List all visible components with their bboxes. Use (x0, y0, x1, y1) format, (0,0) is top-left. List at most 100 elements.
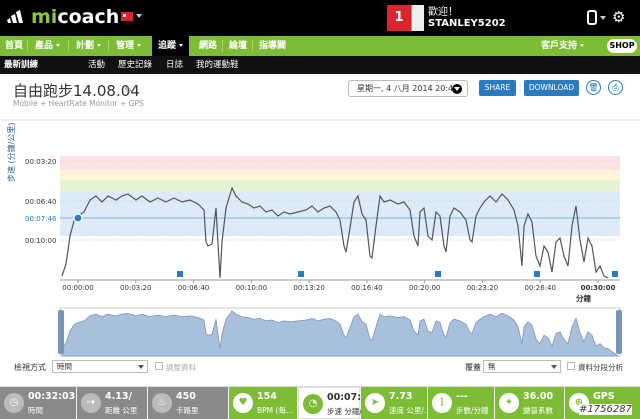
stat-distance[interactable]: ⇢ 4.13/ 距離 公里 (77, 387, 147, 419)
micoach-logo[interactable]: micoach (31, 6, 119, 28)
lap-marker[interactable] (177, 271, 183, 277)
steps-icon: ⋮ (432, 393, 452, 413)
overview-range-selector[interactable] (0, 306, 640, 358)
lap-marker[interactable] (612, 271, 618, 277)
nav-divider (222, 40, 223, 52)
welcome-text: 歡迎！ STANLEY5202 (428, 7, 506, 29)
stat-time[interactable]: ◷ 00:32:03 時間 (0, 387, 76, 419)
subnav-log[interactable]: 日誌 (166, 56, 183, 74)
stat-speed[interactable]: ➤ 7.73 速度 公里/... (361, 387, 431, 419)
trash-icon[interactable]: 🗑 (586, 80, 601, 95)
nav-track[interactable]: 追蹤 (152, 36, 190, 56)
stat-value: 154 (257, 391, 277, 402)
stats-bar: ◷ 00:32:03 時間 ⇢ 4.13/ 距離 公里 ♨ 450 卡路里 ♥ … (0, 386, 640, 419)
subnav-shoes[interactable]: 我的運動鞋 (196, 56, 239, 74)
shop-button[interactable]: SHOP (607, 39, 637, 53)
chevron-down-icon[interactable] (600, 16, 606, 20)
stat-value: --- (456, 391, 468, 402)
x-tick-label: 00:30:00 (581, 284, 616, 292)
page-title[interactable]: 自由跑步14.08.04 (13, 80, 140, 101)
zone-band (60, 170, 620, 180)
lap-marker[interactable] (298, 271, 304, 277)
segment-analysis-checkbox[interactable] (567, 362, 575, 370)
workout-header: 自由跑步14.08.04 ✎ Mobile + HeartRate Monito… (0, 74, 640, 114)
lap-marker[interactable] (435, 271, 441, 277)
stat-calories[interactable]: ♨ 450 卡路里 (148, 387, 228, 419)
nav-support[interactable]: 客戶支持 (541, 36, 585, 56)
nav-divider (68, 40, 69, 52)
pace-chart[interactable]: 步速 (分鐘/公里) 00:03:20 00:06:40 00:07:46 00… (0, 116, 640, 306)
stat-label: 距離 公里 (105, 406, 138, 415)
download-button[interactable]: DOWNLOAD (524, 80, 579, 96)
stat-pace[interactable]: ◔ 00:07:46 步速 分鐘/... (298, 387, 374, 419)
logo-mi: mi (31, 6, 58, 28)
nav-forum[interactable]: 論壇 (229, 36, 247, 56)
workout-date-select[interactable]: 星期一, 4 八月 2014 20:44 (348, 80, 468, 97)
overlay-label: 覆蓋 (465, 363, 481, 372)
lap-marker[interactable] (534, 271, 540, 277)
stat-distance-unit: / (128, 391, 132, 402)
print-icon[interactable]: ⎙ (608, 80, 623, 95)
welcome-label: 歡迎！ (428, 7, 458, 18)
stat-value: 00:32:03 (28, 391, 76, 402)
zone-band (60, 192, 620, 236)
nav-plan[interactable]: 計劃 (76, 36, 102, 56)
adjust-data-label: 調整資料 (166, 363, 196, 372)
device-icon[interactable] (587, 10, 597, 25)
region-flag-icon[interactable] (121, 12, 133, 21)
zone-band (60, 156, 620, 170)
chevron-down-icon (56, 44, 61, 47)
nav-manage[interactable]: 管理 (116, 36, 142, 56)
x-tick-label: 00:03:20 (120, 284, 151, 292)
nav-home[interactable]: 首頁 (5, 36, 23, 56)
sub-nav: 最新訓練 活動 歷史記錄 日誌 我的運動鞋 (0, 56, 640, 74)
pencil-icon[interactable]: ✎ (124, 84, 133, 97)
nav-divider (108, 40, 109, 52)
stat-stride[interactable]: ✦ 36.00 變晉系數 (495, 387, 564, 419)
subnav-activity[interactable]: 活動 (88, 56, 105, 74)
y-tick-label: 00:03:20 (25, 158, 56, 166)
share-button[interactable]: SHARE (479, 80, 516, 96)
adjust-data-checkbox[interactable] (155, 362, 163, 370)
stat-label: 變晉系數 (523, 406, 553, 415)
flame-icon: ♨ (152, 393, 172, 413)
username[interactable]: STANLEY5202 (428, 18, 506, 29)
nav-products[interactable]: 產品 (35, 36, 61, 56)
stat-label: BPM (每... (257, 406, 294, 415)
chevron-down-icon[interactable] (136, 14, 142, 18)
gear-icon[interactable]: ⚙ (612, 9, 628, 25)
clock-icon: ◷ (4, 393, 24, 413)
stat-value: 36.00 (523, 391, 554, 402)
current-position-marker[interactable] (73, 213, 83, 223)
chevron-down-icon (580, 44, 585, 47)
stat-cadence[interactable]: ⋮ --- 步數/分鐘 (428, 387, 494, 419)
range-handle-right[interactable] (616, 310, 622, 354)
subnav-history[interactable]: 歷史記錄 (118, 56, 152, 74)
subnav-latest[interactable]: 最新訓練 (4, 56, 38, 74)
nav-manage-label: 管理 (116, 41, 135, 51)
chevron-down-icon (137, 44, 142, 47)
nav-network[interactable]: 網路 (199, 36, 217, 56)
stat-value: 4.13/ (105, 391, 132, 402)
range-handle-left[interactable] (58, 310, 64, 354)
notification-badge[interactable]: 1 (387, 5, 411, 31)
overlay-select[interactable]: 無 (483, 360, 561, 373)
view-mode-select[interactable]: 時間 (52, 360, 148, 373)
x-tick-label: 00:10:00 (236, 284, 267, 292)
x-tick-label: 00:00:00 (62, 284, 93, 292)
stat-label: 時間 (28, 406, 43, 415)
avatar[interactable] (411, 5, 424, 31)
top-bar: micoach 1 歡迎！ STANLEY5202 ⚙ (0, 0, 640, 36)
main-nav: 首頁 產品 計劃 管理 追蹤 網路 論壇 指導關 客戶支持 SHOP (0, 36, 640, 56)
nav-home-label: 首頁 (5, 41, 24, 51)
x-tick-labels: 00:00:00 00:03:20 00:06:40 00:10:00 00:13:20… (62, 280, 616, 292)
distance-icon: ⇢ (81, 393, 101, 413)
nav-network-label: 網路 (199, 41, 218, 51)
chevron-down-icon (97, 44, 102, 47)
nav-coach-label: 指導關 (259, 41, 287, 51)
nav-support-label: 客戶支持 (541, 41, 578, 51)
adidas-logo-icon[interactable] (6, 9, 26, 23)
nav-plan-label: 計劃 (76, 41, 95, 51)
stat-heartrate[interactable]: ♥ 154 BPM (每... (229, 387, 297, 419)
nav-coach[interactable]: 指導關 (259, 36, 286, 56)
